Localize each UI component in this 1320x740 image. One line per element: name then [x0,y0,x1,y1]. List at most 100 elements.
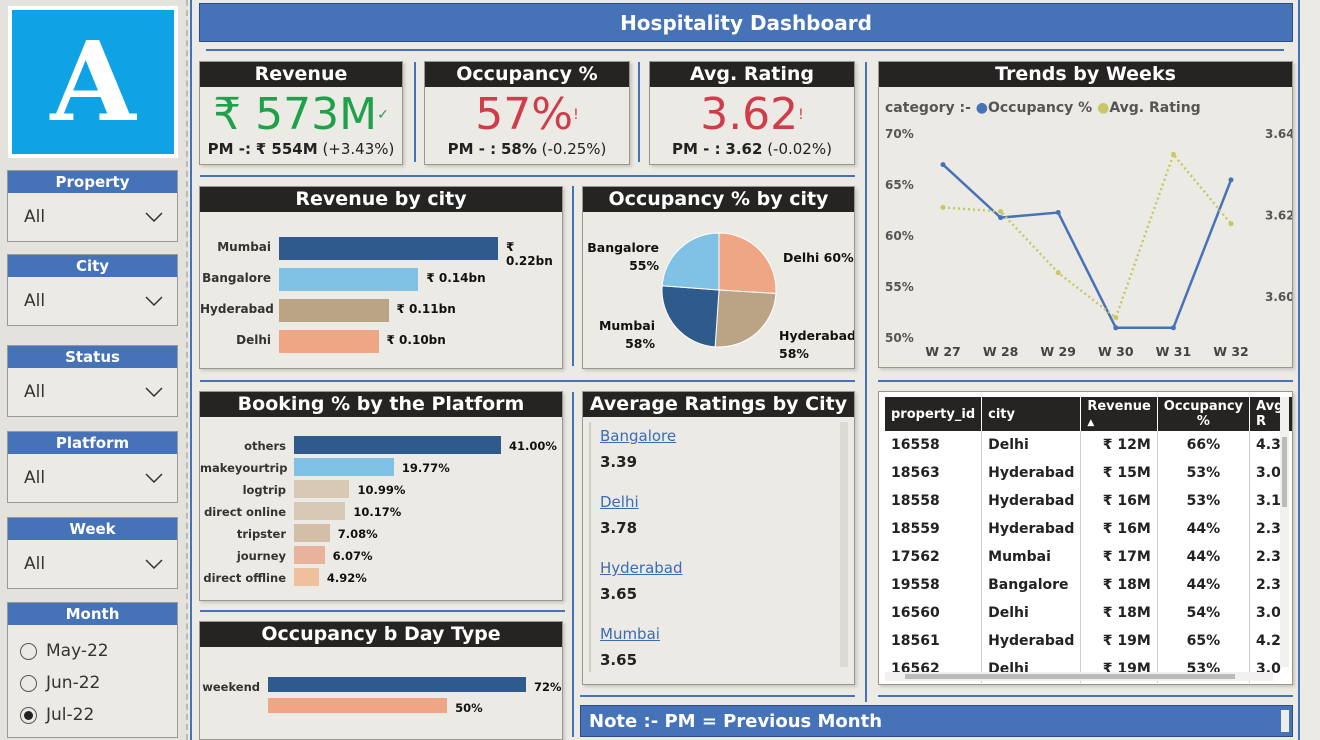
rating-kpi-card[interactable]: Avg. Rating 3.62! PM - : 3.62 (-0.02%) [649,61,855,165]
pie-slice[interactable] [661,232,720,291]
table-cell: 18558 [885,487,983,515]
revenue-kpi-card[interactable]: Revenue ₹ 573M✓ PM -: ₹ 554M (+3.43%) [199,61,403,165]
data-point [1228,221,1234,227]
bar-label: tripster [236,527,286,541]
bar[interactable] [279,299,389,322]
property-value: All [24,207,46,227]
week-dropdown[interactable]: All [8,540,177,588]
x-tick-label: W 31 [1156,344,1192,359]
table-cell: 53% [1157,487,1251,515]
table-row[interactable]: 18563 Hyderabad ₹ 15M 53% 3.0 [885,459,1292,487]
pie-slice[interactable] [661,285,720,348]
city-link-delhi[interactable]: Delhi [600,490,683,514]
divider [414,62,416,162]
table-row[interactable]: 19558 Bangalore ₹ 18M 44% 2.3 [885,571,1292,599]
week-slicer: Week All [7,517,178,589]
booking-platform-card[interactable]: Booking % by the Platform others 41.00% ma… [199,391,563,601]
scrollbar[interactable] [1281,710,1289,732]
property-slicer-label: Property [8,171,177,193]
occupancy-by-city-title: Occupancy % by city [583,187,854,212]
table-row[interactable]: 18558 Hyderabad ₹ 16M 53% 3.1 [885,487,1292,515]
radio-icon [20,642,37,660]
bar[interactable] [279,237,498,260]
col-property-id[interactable]: property_id [885,397,983,431]
bar[interactable] [268,698,448,713]
pm-value: ₹ 554M [255,140,318,158]
bar-value-label: 6.07% [332,549,373,563]
table-cell: 18561 [885,627,983,655]
table-row[interactable]: 16558 Delhi ₹ 12M 66% 4.3 [885,431,1292,459]
table-row[interactable]: 17562 Mumbai ₹ 17M 44% 2.3 [885,543,1292,571]
daytype-title: Occupancy b Day Type [200,622,562,647]
property-table-card[interactable]: property_id city Revenue ▲ Occupancy % Av… [878,391,1293,685]
daytype-card[interactable]: Occupancy b Day Type weekend 72% 50% [199,621,563,740]
status-dropdown[interactable]: All [8,368,177,416]
month-option-may[interactable]: May-22 [8,635,177,667]
revenue-kpi-value: ₹ 573M [213,89,378,140]
bar[interactable] [294,480,350,498]
table-cell: Delhi [981,431,1082,459]
occupancy-by-city-card[interactable]: Occupancy % by city Delhi 60% Hyderabad 58… [582,186,856,369]
booking-platform-title: Booking % by the Platform [200,392,562,417]
legend-dot-icon: ● [1097,100,1110,116]
bar-value-label: ₹ 0.22bn [506,240,553,268]
table-row[interactable]: 16560 Delhi ₹ 18M 54% 3.0 [885,599,1292,627]
bar-value-label: 50% [455,701,483,715]
bar[interactable] [294,458,394,476]
table-cell: 44% [1157,515,1251,543]
status-value: All [24,382,46,402]
bar-value-label: 72% [534,680,562,694]
y2-tick-label: 3.62 [1265,209,1292,223]
trends-card[interactable]: Trends by Weeks category :- ●Occupancy %… [878,61,1293,368]
rating-kpi-title: Avg. Rating [650,62,854,87]
city-dropdown[interactable]: All [8,277,177,325]
month-option-jun[interactable]: Jun-22 [8,667,177,699]
scroll-thumb[interactable] [1282,437,1287,507]
sort-asc-icon: ▲ [1087,418,1095,428]
series-line [942,163,1233,330]
revenue-by-city-card[interactable]: Revenue by city Mumbai ₹ 0.22bn Bangalore ₹… [199,186,563,369]
table-cell: 18563 [885,459,983,487]
bar[interactable] [294,436,501,454]
occupancy-kpi-card[interactable]: Occupancy % 57%! PM - : 58% (-0.25%) [424,61,630,165]
table-cell: 65% [1157,627,1251,655]
table-cell: Hyderabad [981,515,1082,543]
table-cell: Hyderabad [981,627,1082,655]
scrollbar[interactable] [840,422,848,667]
pie-slice[interactable] [718,232,777,295]
month-option-jul[interactable]: Jul-22 [8,699,177,731]
revenue-kpi-title: Revenue [200,62,402,87]
chevron-down-icon [145,212,163,222]
property-dropdown[interactable]: All [8,193,177,241]
col-revenue[interactable]: Revenue ▲ [1080,397,1158,431]
month-option-label: Jun-22 [46,673,101,693]
col-city[interactable]: city [981,397,1082,431]
vertical-scrollbar[interactable] [1280,397,1289,667]
table-row[interactable]: 18559 Hyderabad ₹ 16M 44% 2.3 [885,515,1292,543]
ratings-by-city-title: Average Ratings by City [583,392,854,417]
bar[interactable] [279,268,419,291]
col-occupancy[interactable]: Occupancy % [1157,397,1251,431]
table-cell: ₹ 16M [1080,487,1158,515]
bar[interactable] [294,502,346,520]
scroll-thumb[interactable] [905,674,1235,679]
city-link-hyderabad[interactable]: Hyderabad [600,556,683,580]
horizontal-scrollbar[interactable] [885,672,1273,681]
bar[interactable] [294,568,319,586]
platform-dropdown[interactable]: All [8,454,177,502]
month-slicer-label: Month [8,603,177,625]
bar-label: journey [236,549,286,563]
bar[interactable] [294,524,330,542]
city-link-bangalore[interactable]: Bangalore [600,424,683,448]
table-cell: 54% [1157,599,1251,627]
data-point [1170,151,1176,157]
bar[interactable] [279,330,379,353]
bar[interactable] [268,677,526,692]
city-link-mumbai[interactable]: Mumbai [600,622,683,646]
table-row[interactable]: 18561 Hyderabad ₹ 19M 65% 4.2 [885,627,1292,655]
pie-slice[interactable] [714,289,777,348]
city-rating-value: 3.39 [600,453,638,471]
ratings-by-city-card[interactable]: Average Ratings by City Bangalore 3.39 De… [582,391,855,685]
bar[interactable] [294,546,325,564]
table-cell: Hyderabad [981,459,1082,487]
